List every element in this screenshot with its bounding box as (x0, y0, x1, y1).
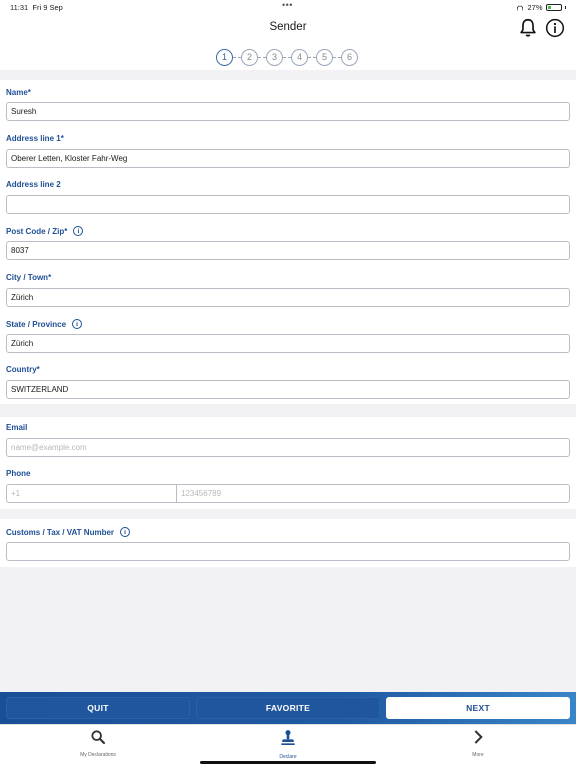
page-title: Sender (269, 21, 307, 33)
stamp-icon (281, 730, 295, 745)
city-label: City / Town* (6, 273, 52, 282)
email-field[interactable]: name@example.com (6, 438, 570, 457)
progress-stepper: 1 2 3 4 5 6 (216, 48, 358, 66)
postcode-label: Post Code / Zip* i (6, 226, 84, 236)
status-indicators: 27% (516, 3, 566, 12)
battery-percent: 27% (527, 3, 543, 12)
contact-section: Email name@example.com Phone +1 12345678… (0, 417, 576, 509)
tab-more[interactable]: More (418, 729, 538, 758)
phone-number-input[interactable]: 123456789 (176, 484, 570, 503)
address2-input[interactable] (6, 195, 570, 214)
tab-label-declare: Declare (279, 754, 297, 760)
address-section: Name* Suresh Address line 1* Oberer Lett… (0, 80, 576, 404)
step-3[interactable]: 3 (266, 48, 283, 66)
customs-section: Customs / Tax / VAT Number i (0, 519, 576, 567)
step-2[interactable]: 2 (241, 48, 258, 66)
navigation-header: Sender 1 2 3 4 5 6 (0, 14, 576, 70)
phone-code-input[interactable]: +1 (6, 484, 176, 503)
country-input[interactable]: SWITZERLAND (6, 380, 570, 399)
postcode-input[interactable]: 8037 (6, 241, 570, 260)
state-info-icon[interactable]: i (72, 319, 83, 329)
address1-input[interactable]: Oberer Letten, Kloster Fahr-Weg (6, 149, 570, 168)
postcode-info-icon[interactable]: i (73, 226, 84, 236)
step-5[interactable]: 5 (316, 48, 333, 66)
address2-label: Address line 2 (6, 180, 61, 189)
quit-button[interactable]: QUIT (6, 697, 190, 719)
tab-label-my-declarations: My Declarations (80, 752, 116, 758)
step-1[interactable]: 1 (216, 48, 233, 66)
state-input[interactable]: Zürich (6, 334, 570, 353)
customs-label: Customs / Tax / VAT Number i (6, 527, 131, 537)
search-icon (91, 730, 106, 745)
step-6[interactable]: 6 (341, 48, 358, 66)
customs-input[interactable] (6, 542, 570, 561)
name-input[interactable]: Suresh (6, 102, 570, 121)
info-icon[interactable] (545, 18, 565, 38)
city-input[interactable]: Zürich (6, 288, 570, 307)
country-label: Country* (6, 365, 40, 374)
email-label: Email (6, 423, 28, 432)
tab-label-more: More (472, 752, 484, 758)
favorite-button[interactable]: FAVORITE (196, 697, 380, 719)
phone-label: Phone (6, 469, 31, 478)
multitasking-dots[interactable]: ••• (282, 0, 293, 10)
state-label: State / Province i (6, 319, 83, 329)
bell-icon[interactable] (517, 17, 539, 39)
customs-info-icon[interactable]: i (120, 527, 131, 537)
wifi-icon (517, 5, 524, 10)
step-4[interactable]: 4 (291, 48, 308, 66)
battery-icon (545, 4, 562, 11)
next-button[interactable]: NEXT (386, 697, 570, 719)
action-bar: QUIT FAVORITE NEXT (0, 692, 576, 724)
status-time: 11:31 Fri 9 Sep (10, 3, 63, 12)
phone-field: +1 123456789 (6, 484, 570, 503)
chevron-right-icon (474, 730, 483, 744)
tab-declare[interactable]: Declare (228, 729, 348, 760)
status-bar: 11:31 Fri 9 Sep ••• 27% (0, 0, 576, 14)
address1-label: Address line 1* (6, 134, 64, 143)
tab-my-declarations[interactable]: My Declarations (38, 729, 158, 758)
home-indicator (200, 761, 376, 764)
name-label: Name* (6, 88, 31, 97)
